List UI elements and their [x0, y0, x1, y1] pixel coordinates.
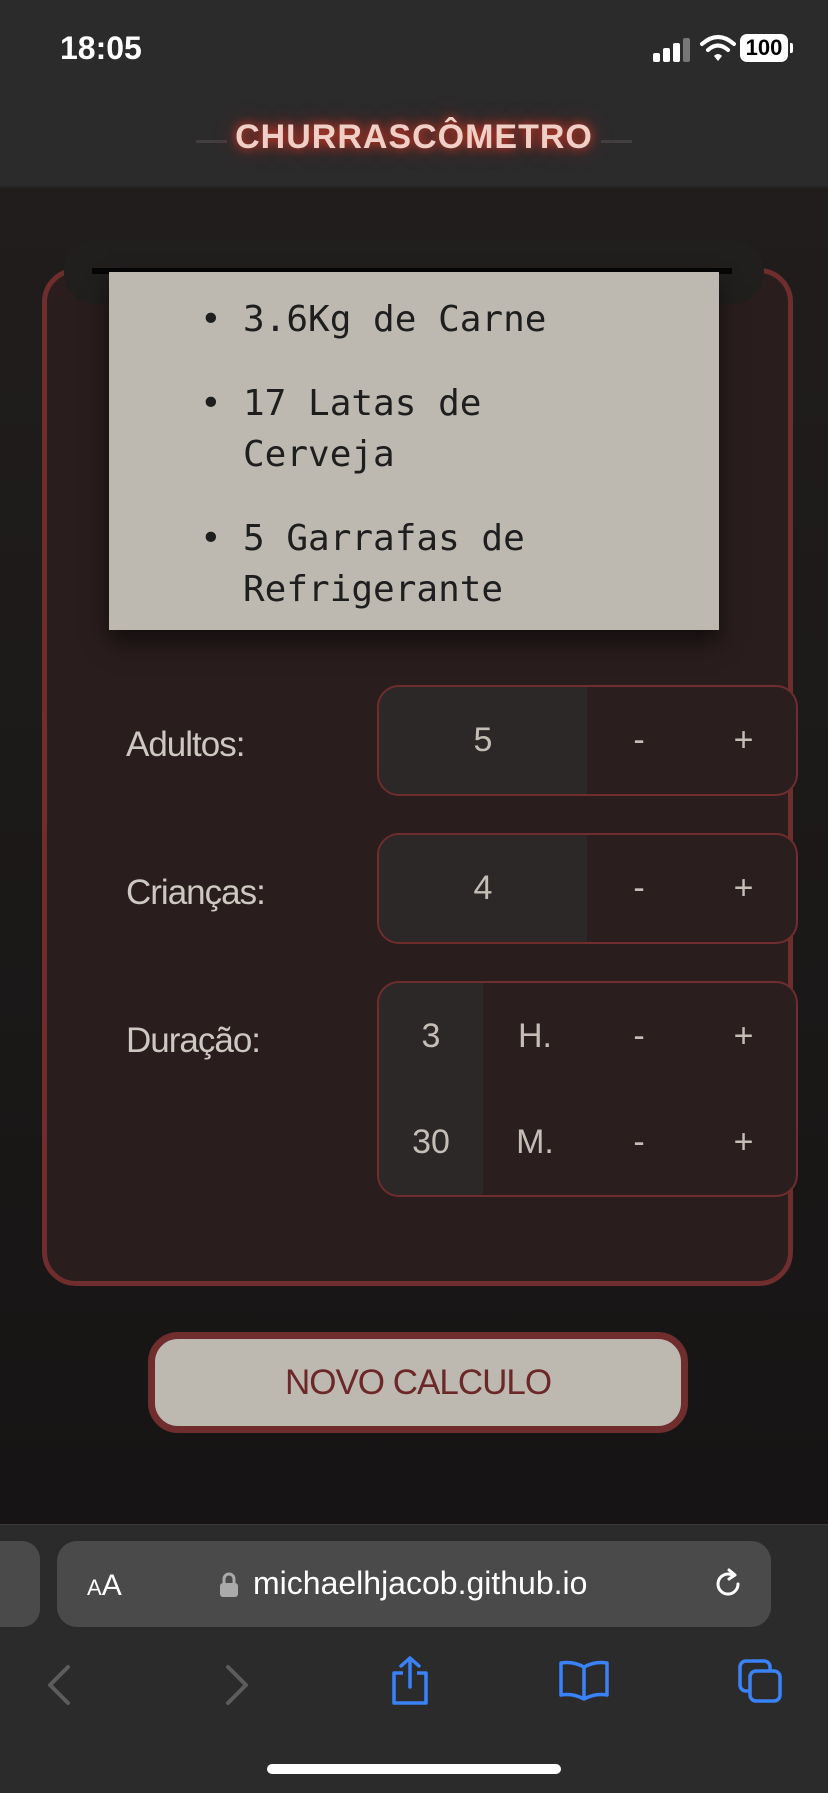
wifi-icon: [700, 35, 736, 61]
criancas-label: Crianças:: [126, 873, 266, 912]
duracao-label: Duração:: [126, 1021, 261, 1060]
adultos-stepper: 5 - +: [377, 685, 798, 796]
page-title: CHURRASCÔMETRO: [227, 118, 601, 156]
reader-options-button[interactable]: AA: [87, 1569, 122, 1603]
criancas-value[interactable]: 4: [379, 835, 587, 942]
battery-icon: 100: [740, 34, 793, 62]
duracao-hours-plus-button[interactable]: +: [691, 983, 796, 1089]
back-icon[interactable]: [44, 1663, 74, 1707]
tabs-icon[interactable]: [736, 1657, 784, 1705]
result-item-beer: 17 Latas de Cerveja: [200, 378, 543, 480]
criancas-minus-button[interactable]: -: [587, 835, 691, 942]
previous-tab-peek[interactable]: [0, 1541, 40, 1627]
novo-calculo-button[interactable]: NOVO CALCULO: [148, 1332, 688, 1433]
signal-icon: [653, 38, 695, 62]
bookmarks-icon[interactable]: [558, 1659, 610, 1701]
result-item-soda: 5 Garrafas de Refrigerante: [200, 513, 573, 615]
address-bar[interactable]: AA michaelhjacob.github.io: [57, 1541, 771, 1627]
app-header: CHURRASCÔMETRO: [0, 100, 828, 188]
duracao-minutes-minus-button[interactable]: -: [587, 1089, 691, 1195]
result-receipt: 3.6Kg de Carne 17 Latas de Cerveja 5 Gar…: [109, 272, 719, 630]
duracao-minutes-value[interactable]: 30: [379, 1089, 483, 1195]
adultos-label: Adultos:: [126, 725, 245, 764]
url-text: michaelhjacob.github.io: [253, 1565, 588, 1601]
duracao-minutes-plus-button[interactable]: +: [691, 1089, 796, 1195]
share-icon[interactable]: [390, 1655, 430, 1707]
duracao-stepper: 3 H. - + 30 M. - +: [377, 981, 798, 1197]
adultos-minus-button[interactable]: -: [587, 687, 691, 794]
home-indicator[interactable]: [267, 1764, 561, 1774]
status-time: 18:05: [60, 30, 142, 66]
criancas-plus-button[interactable]: +: [691, 835, 796, 942]
main-area: Adultos: 5 - + Crianças: 4 - + Duração: …: [0, 188, 828, 1524]
duracao-hours-unit: H.: [518, 1017, 552, 1055]
status-bar: 18:05 100: [0, 0, 828, 100]
forward-icon[interactable]: [222, 1663, 252, 1707]
browser-toolbar: AA michaelhjacob.github.io: [0, 1524, 828, 1793]
reload-icon[interactable]: [711, 1567, 745, 1601]
duracao-minutes-unit: M.: [516, 1123, 554, 1161]
criancas-stepper: 4 - +: [377, 833, 798, 944]
lock-icon: [220, 1572, 238, 1597]
duracao-hours-value[interactable]: 3: [379, 983, 483, 1089]
adultos-plus-button[interactable]: +: [691, 687, 796, 794]
result-list: 3.6Kg de Carne 17 Latas de Cerveja 5 Gar…: [109, 272, 719, 615]
duracao-hours-minus-button[interactable]: -: [587, 983, 691, 1089]
adultos-value[interactable]: 5: [379, 687, 587, 794]
result-item-meat: 3.6Kg de Carne: [200, 294, 719, 345]
